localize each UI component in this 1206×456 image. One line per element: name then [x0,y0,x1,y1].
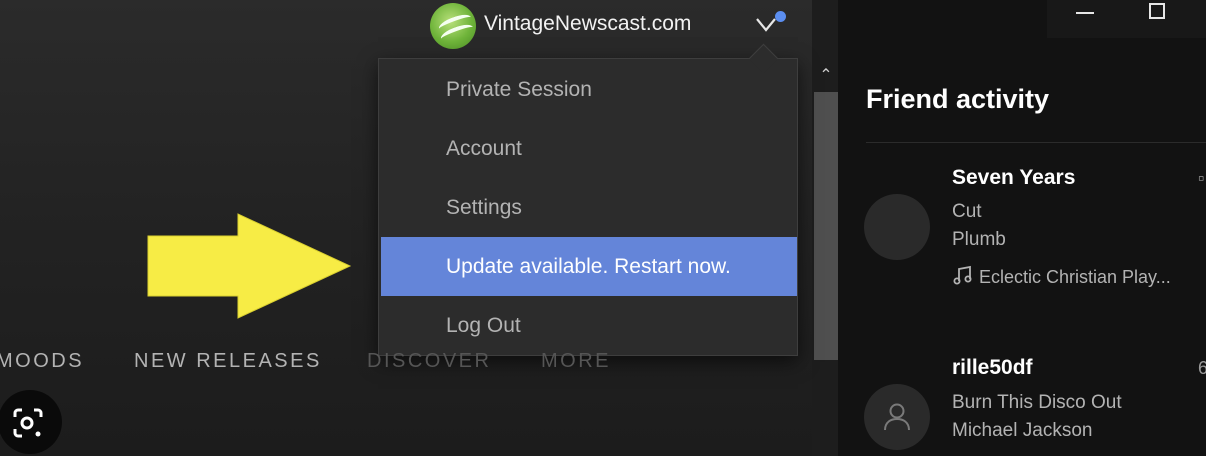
music-note-icon [953,265,972,285]
friend-activity-title: Friend activity [866,84,1050,114]
friend-track-title[interactable]: Seven Years [952,166,1075,190]
username-label[interactable]: VintageNewscast.com [484,12,691,36]
tab-moods[interactable]: MOODS [0,350,84,373]
friend-artist[interactable]: Plumb [952,229,1006,251]
maximize-icon[interactable] [1149,3,1165,19]
friend-avatar[interactable] [864,194,930,260]
arrow-right-icon [147,213,352,319]
divider [866,142,1206,143]
menu-item-log-out[interactable]: Log Out [379,296,797,355]
friend-username[interactable]: rille50df [952,356,1033,380]
menu-item-private-session[interactable]: Private Session [379,60,797,119]
menu-item-account[interactable]: Account [379,119,797,178]
notification-dot [775,11,786,22]
friend-edge-glyph: ▫ [1198,168,1205,188]
tab-discover[interactable]: DISCOVER [367,350,491,373]
friend-avatar[interactable] [864,384,930,450]
friend-track-line[interactable]: Cut [952,201,982,223]
friend-playlist-label: Eclectic Christian Play... [979,267,1171,287]
menu-item-settings[interactable]: Settings [379,178,797,237]
menu-item-update-restart[interactable]: Update available. Restart now. [381,237,797,296]
scrollbar-thumb[interactable] [814,92,838,360]
user-avatar[interactable] [430,3,476,49]
friend-playlist[interactable]: Eclectic Christian Play... [952,264,1171,288]
friend-track-line[interactable]: Burn This Disco Out [952,392,1122,414]
tab-more[interactable]: MORE [541,350,611,373]
lens-button[interactable] [0,390,62,454]
scroll-up-icon[interactable]: ⌃ [816,64,836,88]
tab-new-releases[interactable]: NEW RELEASES [134,350,322,373]
friend-edge-glyph: 6 [1198,358,1206,378]
user-dropdown-menu: Private Session Account Settings Update … [378,58,798,356]
google-lens-icon [13,408,43,438]
minimize-icon[interactable] [1076,12,1094,14]
window-controls [1047,0,1206,38]
user-icon [884,403,910,431]
friend-artist[interactable]: Michael Jackson [952,420,1092,442]
